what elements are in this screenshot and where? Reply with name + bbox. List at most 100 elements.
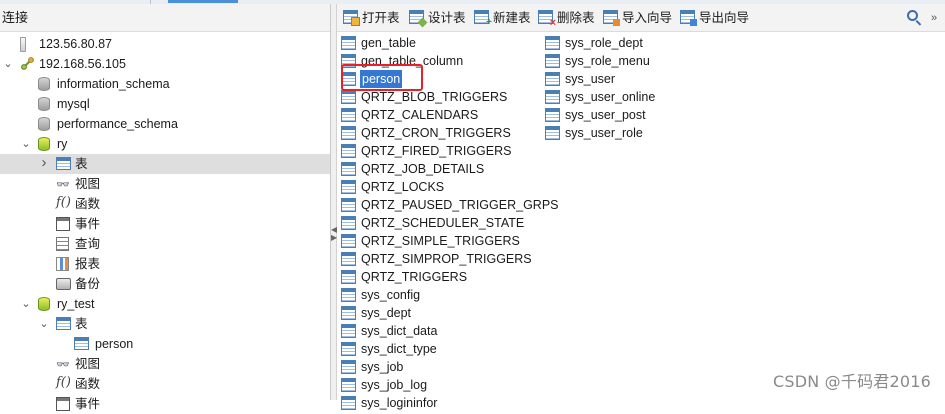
open-table-button[interactable]: 打开表 xyxy=(343,9,400,27)
table-name: sys_user_post xyxy=(565,108,646,122)
tree-item[interactable]: 123.56.80.87 xyxy=(0,34,330,54)
table-icon xyxy=(341,198,356,212)
table-name: QRTZ_TRIGGERS xyxy=(361,270,468,284)
table-icon xyxy=(341,324,356,338)
table-icon xyxy=(341,216,356,230)
chevron-right-icon[interactable]: » xyxy=(931,10,943,26)
table-icon xyxy=(341,288,356,302)
tree-item[interactable]: 报表 xyxy=(0,254,330,274)
tree-item[interactable]: person xyxy=(0,334,330,354)
tree-item[interactable]: mysql xyxy=(0,94,330,114)
active-tab-indicator xyxy=(168,0,238,3)
query-icon xyxy=(56,237,69,251)
export-wizard-icon xyxy=(680,10,697,26)
tree-item[interactable]: 👓 视图 xyxy=(0,354,330,374)
view-icon: 👓 xyxy=(56,359,70,371)
table-list: gen_table gen_table_column person QRTZ_BLOB… xyxy=(337,33,945,410)
table-name: sys_dept xyxy=(361,306,412,320)
chevron-down-icon[interactable]: ⌄ xyxy=(2,54,14,74)
event-icon xyxy=(56,217,70,231)
chevron-down-icon[interactable]: ⌄ xyxy=(20,294,32,314)
table-icon xyxy=(545,126,560,140)
view-icon: 👓 xyxy=(56,179,70,191)
table-icon xyxy=(341,360,356,374)
table-name: QRTZ_JOB_DETAILS xyxy=(361,162,485,176)
table-name: QRTZ_FIRED_TRIGGERS xyxy=(361,144,512,158)
backup-icon xyxy=(56,278,71,290)
tree-item[interactable]: f() 函数 xyxy=(0,374,330,394)
tree-item[interactable]: ⌄ ry_test xyxy=(0,294,330,314)
table-icon xyxy=(341,234,356,248)
object-toolbar: 打开表 设计表 新建表 删除表 导入向导 导出向导 » xyxy=(337,4,945,32)
database-icon xyxy=(38,117,50,131)
table-name: sys_user_online xyxy=(565,90,656,104)
import-wizard-button[interactable]: 导入向导 xyxy=(603,9,672,27)
table-icon xyxy=(341,306,356,320)
tree-item[interactable]: › 表 xyxy=(0,154,330,174)
table-name: sys_user xyxy=(565,72,616,86)
server-icon xyxy=(20,37,26,52)
tree-item[interactable]: 事件 xyxy=(0,394,330,414)
function-icon: f() xyxy=(56,195,71,210)
search-icon[interactable] xyxy=(907,10,923,26)
table-icon xyxy=(74,337,89,350)
tree-item-label: 函数 xyxy=(75,377,101,391)
table-icon xyxy=(341,162,356,176)
table-icon xyxy=(341,90,356,104)
tree-item[interactable]: 👓 视图 xyxy=(0,174,330,194)
table-name: QRTZ_SCHEDULER_STATE xyxy=(361,216,525,230)
table-icon xyxy=(545,54,560,68)
connection-icon xyxy=(20,57,35,71)
table-icon xyxy=(545,108,560,122)
table-name: sys_role_dept xyxy=(565,36,643,50)
new-table-button[interactable]: 新建表 xyxy=(474,9,531,28)
chevron-right-icon[interactable]: › xyxy=(38,153,50,173)
delete-table-label: 删除表 xyxy=(557,11,595,25)
tree-item[interactable]: 事件 xyxy=(0,214,330,234)
table-icon xyxy=(341,270,356,284)
table-name: sys_job_log xyxy=(361,378,428,392)
tree-item[interactable]: f() 函数 xyxy=(0,194,330,214)
chevron-down-icon[interactable]: ⌄ xyxy=(38,314,50,334)
table-name: QRTZ_CRON_TRIGGERS xyxy=(361,126,511,140)
design-table-button[interactable]: 设计表 xyxy=(409,9,466,27)
table-icon xyxy=(56,317,71,330)
tree-item[interactable]: ⌄ 192.168.56.105 xyxy=(0,54,330,74)
tree-item[interactable]: ⌄ 表 xyxy=(0,314,330,334)
tree-item[interactable]: information_schema xyxy=(0,74,330,94)
export-wizard-button[interactable]: 导出向导 xyxy=(680,9,749,27)
new-table-icon xyxy=(474,10,492,28)
tree-item[interactable]: performance_schema xyxy=(0,114,330,134)
table-icon xyxy=(341,126,356,140)
delete-table-button[interactable]: 删除表 xyxy=(538,9,595,28)
chevron-down-icon[interactable]: ⌄ xyxy=(20,134,32,154)
design-table-icon xyxy=(409,10,424,24)
tree-item-label: 192.168.56.105 xyxy=(39,57,126,71)
table-name: sys_dict_type xyxy=(361,342,437,356)
open-table-label: 打开表 xyxy=(362,11,400,25)
table-name: sys_job xyxy=(361,360,404,374)
table-icon xyxy=(341,180,356,194)
table-name: QRTZ_SIMPROP_TRIGGERS xyxy=(361,252,532,266)
tree-item[interactable]: 查询 xyxy=(0,234,330,254)
table-name: sys_role_menu xyxy=(565,54,650,68)
tree-item-label: 查询 xyxy=(75,237,101,251)
table-icon xyxy=(341,108,356,122)
new-table-label: 新建表 xyxy=(493,11,531,25)
table-icon xyxy=(341,342,356,356)
table-icon xyxy=(545,90,560,104)
table-name: QRTZ_SIMPLE_TRIGGERS xyxy=(361,234,520,248)
table-icon xyxy=(341,144,356,158)
annotation-highlight-box xyxy=(341,64,423,91)
tree-item-label: 视图 xyxy=(75,357,101,371)
table-icon xyxy=(341,252,356,266)
design-table-label: 设计表 xyxy=(428,11,466,25)
tree-item-label: 函数 xyxy=(75,197,101,211)
table-icon xyxy=(341,36,356,50)
watermark: CSDN @千码君2016 xyxy=(772,372,931,391)
tree-item[interactable]: ⌄ ry xyxy=(0,134,330,154)
tree-item-label: 表 xyxy=(75,317,88,331)
table-icon xyxy=(545,72,560,86)
tree-item[interactable]: 备份 xyxy=(0,274,330,294)
report-icon xyxy=(56,257,69,271)
